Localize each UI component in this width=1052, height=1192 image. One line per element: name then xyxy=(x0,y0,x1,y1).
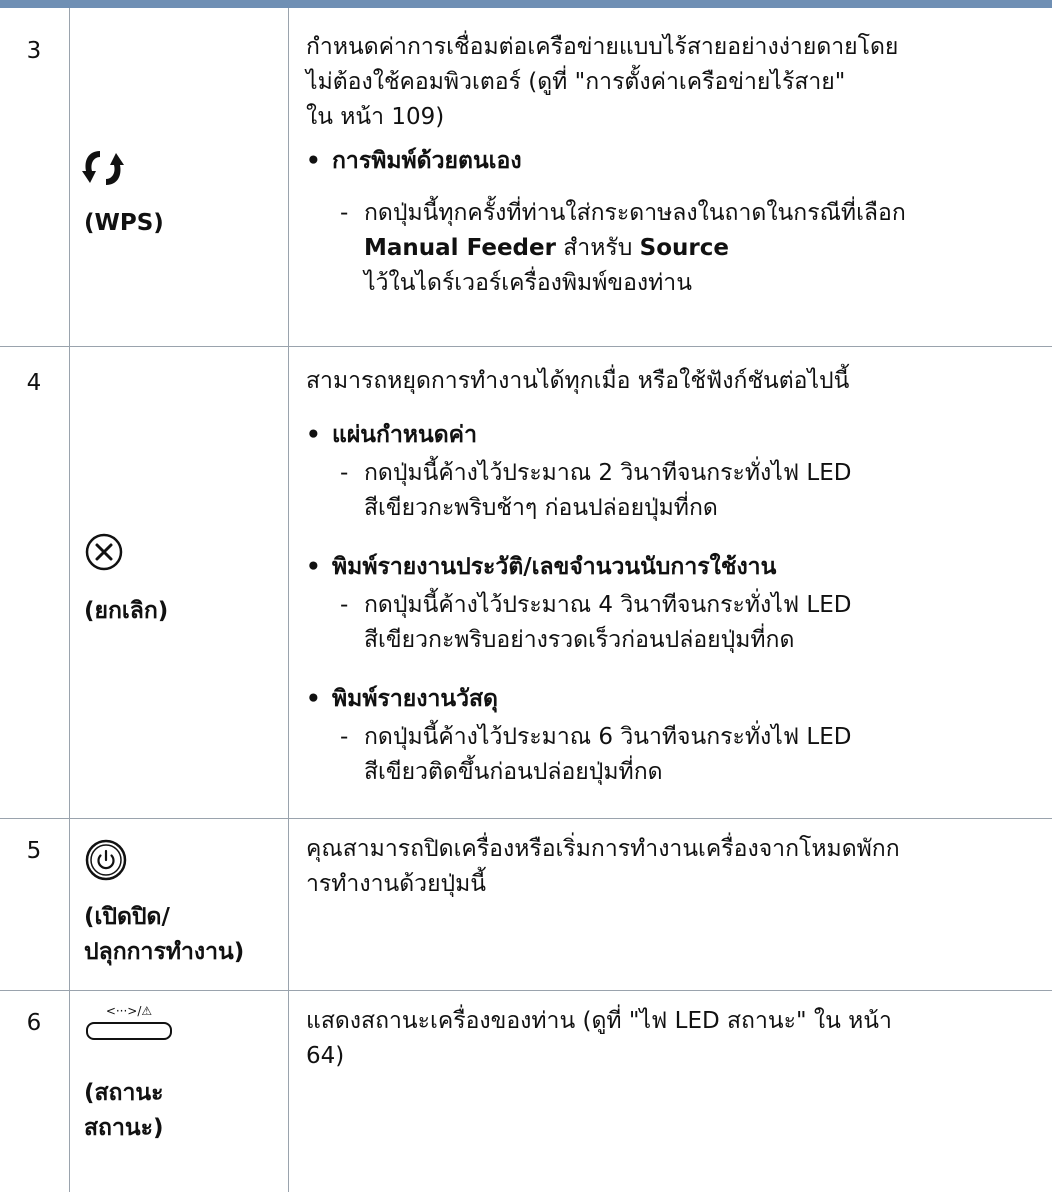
bullet-title: • การพิมพ์ด้วยตนเอง xyxy=(306,148,522,174)
row-divider xyxy=(0,818,1052,819)
bullet-detail: - กดปุ่มนี้ค้างไว้ประมาณ 2 วินาทีจนกระทั… xyxy=(340,460,852,521)
row-divider xyxy=(0,990,1052,991)
row-description: แสดงสถานะเครื่องของท่าน (ดูที่ "ไฟ LED ส… xyxy=(306,1008,892,1069)
bullet-title: • แผ่นกำหนดค่า xyxy=(306,422,477,448)
row-description: คุณสามารถปิดเครื่องหรือเริ่มการทำงานเครื… xyxy=(306,836,900,897)
row-description: สามารถหยุดการทำงานได้ทุกเมื่อ หรือใช้ฟัง… xyxy=(306,368,850,394)
row-number: 4 xyxy=(26,370,42,396)
bullet-title: • พิมพ์รายงานวัสดุ xyxy=(306,686,498,712)
wps-icon xyxy=(82,151,124,185)
row-divider xyxy=(0,346,1052,347)
row-number: 6 xyxy=(26,1010,42,1036)
bullet-title: • พิมพ์รายงานประวัติ/เลขจำนวนนับการใช้งาน xyxy=(306,554,777,580)
row-number: 5 xyxy=(26,838,42,864)
row-description: กำหนดค่าการเชื่อมต่อเครือข่ายแบบไร้สายอย… xyxy=(306,34,899,130)
bullet-detail: - กดปุ่มนี้ค้างไว้ประมาณ 6 วินาทีจนกระทั… xyxy=(340,724,852,785)
button-label: (WPS) xyxy=(84,210,164,236)
header-bar xyxy=(0,0,1052,8)
row-number: 3 xyxy=(26,38,42,64)
bullet-detail: - กดปุ่มนี้ค้างไว้ประมาณ 4 วินาทีจนกระทั… xyxy=(340,592,852,653)
button-label: (เปิดปิด/ ปลุกการทำงาน) xyxy=(84,904,245,965)
column-divider xyxy=(288,8,289,1192)
cancel-icon xyxy=(85,533,123,571)
power-icon xyxy=(85,839,127,881)
status-led-icon: <···>/⚠ xyxy=(86,1004,172,1040)
button-label: (สถานะ สถานะ) xyxy=(84,1080,164,1141)
button-label: (ยกเลิก) xyxy=(84,598,169,624)
column-divider xyxy=(69,8,70,1192)
bullet-detail: - กดปุ่มนี้ทุกครั้งที่ท่านใส่กระดาษลงในถ… xyxy=(340,200,906,296)
